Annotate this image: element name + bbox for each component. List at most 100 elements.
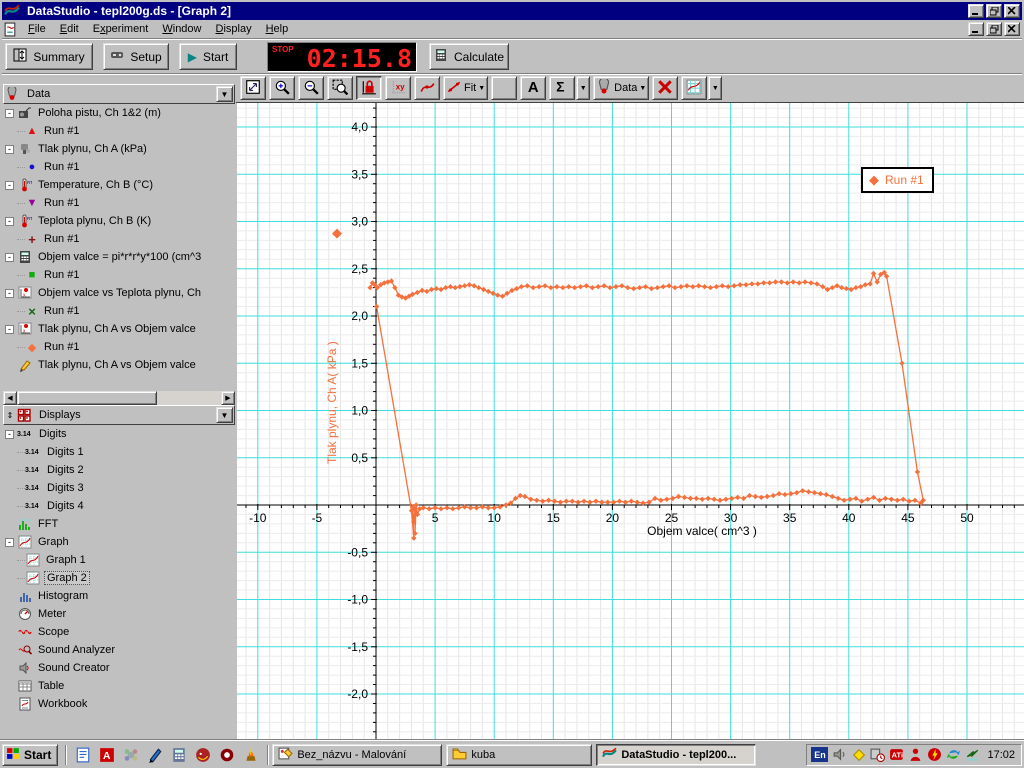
expand-collapse-icon[interactable]: - <box>5 108 14 118</box>
child-minimize-button[interactable] <box>968 22 984 36</box>
expand-collapse-icon[interactable]: - <box>5 429 14 439</box>
pocket-calc-icon[interactable] <box>170 746 188 764</box>
delete-button[interactable] <box>652 76 679 100</box>
data-item[interactable]: Tlak plynu, Ch A vs Objem valce <box>3 356 235 374</box>
menu-edit[interactable]: Edit <box>53 21 86 37</box>
run-item[interactable]: × Run #1 <box>3 302 235 320</box>
display-subitem[interactable]: 3.14 Digits 2 <box>3 461 235 479</box>
display-item[interactable]: Histogram <box>3 587 235 605</box>
sync-icon[interactable] <box>945 747 961 763</box>
graph-settings-button[interactable] <box>681 76 708 100</box>
language-indicator[interactable]: En <box>811 747 829 762</box>
run-item[interactable]: ◆ Run #1 <box>3 338 235 356</box>
acrobat-icon[interactable]: A <box>98 746 116 764</box>
run-item[interactable]: ▲ Run #1 <box>3 122 235 140</box>
data-item[interactable]: - Poloha pistu, Ch 1&2 (m) <box>3 104 235 122</box>
y-axis-label[interactable]: Tlak plynu, Ch A( kPa ) <box>325 243 339 563</box>
note-tool-button[interactable] <box>414 76 440 100</box>
display-subitem[interactable]: 3.14 Digits 4 <box>3 497 235 515</box>
data-item[interactable]: - x Tlak plynu, Ch A vs Objem valce <box>3 320 235 338</box>
setup-button[interactable]: Setup <box>103 43 169 70</box>
expand-collapse-icon[interactable]: - <box>5 324 14 334</box>
expand-collapse-icon[interactable]: - <box>5 216 14 226</box>
statistics-dropdown-button[interactable]: ▼ <box>576 76 591 100</box>
display-item[interactable]: Workbook <box>3 695 235 713</box>
expand-collapse-icon[interactable]: - <box>5 537 14 547</box>
run-item[interactable]: ● Run #1 <box>3 158 235 176</box>
display-subitem[interactable]: 3.14 Digits 3 <box>3 479 235 497</box>
volume-icon[interactable] <box>831 747 847 763</box>
child-restore-button[interactable] <box>986 22 1002 36</box>
expand-collapse-icon[interactable]: - <box>5 144 14 154</box>
scale-to-fit-button[interactable] <box>240 76 266 100</box>
menu-window[interactable]: Window <box>155 21 208 37</box>
data-item[interactable]: - Objem valce = pi*r*r*y*100 (cm^3 <box>3 248 235 266</box>
scheduler-icon[interactable] <box>869 747 885 763</box>
data-panel-dropdown-button[interactable]: ▼ <box>216 86 233 102</box>
display-item[interactable]: Meter <box>3 605 235 623</box>
splitter-handle-icon[interactable]: ⇕ <box>4 411 16 420</box>
display-item[interactable]: Scope <box>3 623 235 641</box>
menu-display[interactable]: Display <box>209 21 259 37</box>
data-item[interactable]: - RTD Temperature, Ch B (°C) <box>3 176 235 194</box>
data-panel-header[interactable]: Data ▼ <box>3 84 235 104</box>
data-item[interactable]: - RTD Teplota plynu, Ch B (K) <box>3 212 235 230</box>
display-item[interactable]: Sound Analyzer <box>3 641 235 659</box>
opera-icon[interactable] <box>218 746 236 764</box>
menu-file[interactable]: File <box>21 21 53 37</box>
graph-settings-dropdown-button[interactable]: ▼ <box>708 76 723 100</box>
zoom-in-button[interactable] <box>269 76 295 100</box>
data-item[interactable]: - Tlak plynu, Ch A (kPa) <box>3 140 235 158</box>
display-subitem[interactable]: 3.14 Digits 1 <box>3 443 235 461</box>
data-item[interactable]: - x Objem valce vs Teplota plynu, Ch <box>3 284 235 302</box>
scroll-left-icon[interactable]: ◀ <box>3 391 17 405</box>
document-icon[interactable] <box>2 22 18 36</box>
summary-button[interactable]: Summary <box>5 43 93 70</box>
fit-menu-button[interactable]: Fit ▼ <box>443 76 489 100</box>
display-subitem[interactable]: Graph 2 <box>3 569 235 587</box>
menu-help[interactable]: Help <box>259 21 296 37</box>
minimize-button[interactable] <box>968 4 984 18</box>
task-button-bez_názvu[interactable]: Bez_názvu - Malování <box>272 743 443 766</box>
displays-panel-dropdown-button[interactable]: ▼ <box>216 407 233 423</box>
expand-collapse-icon[interactable]: - <box>5 180 14 190</box>
chart-canvas[interactable]: -10 -5 5 10 15 20 25 30 35 40 45 50 4,0 3,5 3,0 2,5 2,0 1… <box>237 103 1024 740</box>
task-button-datastudio[interactable]: DataStudio - tepl200... <box>596 743 757 766</box>
run-item[interactable]: + Run #1 <box>3 230 235 248</box>
x-axis-label[interactable]: Objem valce( cm^3 ) <box>637 524 767 538</box>
restore-button[interactable] <box>986 4 1002 18</box>
start-menu-button[interactable]: Start <box>2 743 59 766</box>
close-button[interactable] <box>1004 4 1020 18</box>
calculate-button[interactable]: Calculate <box>429 43 509 70</box>
expand-collapse-icon[interactable]: - <box>5 252 14 262</box>
statistics-button[interactable]: Σ <box>549 76 576 100</box>
icq-icon[interactable] <box>122 746 140 764</box>
expand-collapse-icon[interactable]: - <box>5 288 14 298</box>
persona-icon[interactable] <box>907 747 923 763</box>
bolt-icon[interactable] <box>964 747 980 763</box>
display-item[interactable]: - Graph <box>3 533 235 551</box>
notes-icon[interactable] <box>74 746 92 764</box>
slope-tool-button[interactable]: xy <box>385 76 411 100</box>
legend[interactable]: ◆ Run #1 <box>861 167 934 193</box>
displays-panel-header[interactable]: ⇕ Displays ▼ <box>3 405 235 425</box>
menu-experiment[interactable]: Experiment <box>86 21 156 37</box>
scroll-right-icon[interactable]: ▶ <box>221 391 235 405</box>
smart-tool-button[interactable] <box>356 76 382 100</box>
zoom-select-button[interactable] <box>327 76 353 100</box>
display-item[interactable]: FFT <box>3 515 235 533</box>
child-close-button[interactable] <box>1004 22 1020 36</box>
task-button-kuba[interactable]: kuba <box>446 743 593 766</box>
scroll-thumb[interactable] <box>17 391 157 405</box>
start-button[interactable]: ▶ Start <box>179 43 237 70</box>
diamond-icon[interactable] <box>850 747 866 763</box>
data-menu-button[interactable]: Data ▼ <box>593 76 650 100</box>
display-item[interactable]: Sound Creator <box>3 659 235 677</box>
zoom-out-button[interactable] <box>298 76 324 100</box>
title-bar[interactable]: DataStudio - tepl200g.ds - [Graph 2] <box>2 2 1022 20</box>
graph-panel[interactable]: -10 -5 5 10 15 20 25 30 35 40 45 50 4,0 3,5 3,0 2,5 2,0 1… <box>237 103 1024 740</box>
pen-icon[interactable] <box>146 746 164 764</box>
run-item[interactable]: ■ Run #1 <box>3 266 235 284</box>
ati-icon[interactable]: ATi <box>888 747 904 763</box>
display-item[interactable]: -3.14 Digits <box>3 425 235 443</box>
